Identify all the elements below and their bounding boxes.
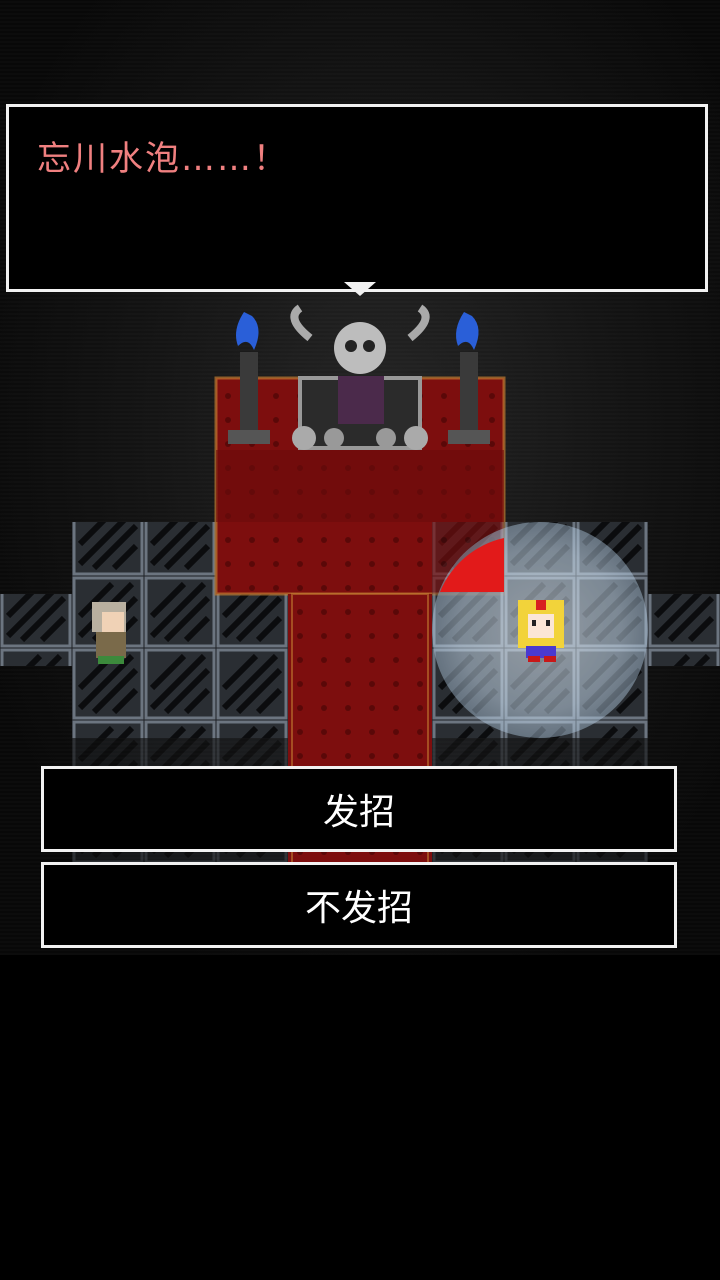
elder-character-icon xyxy=(92,602,126,664)
choice-no-attack-label: 不发招 xyxy=(304,888,413,929)
choice-attack-button[interactable]: 发招 xyxy=(41,766,677,852)
dialog-continue-arrow-icon xyxy=(344,282,376,296)
choice-attack-label: 发招 xyxy=(322,792,395,833)
skull-throne-icon xyxy=(290,304,430,450)
dialog-text: 忘川水泡……！ xyxy=(37,139,289,179)
choice-no-attack-button[interactable]: 不发招 xyxy=(41,862,677,948)
dialog-box: 忘川水泡……！ xyxy=(6,104,708,292)
